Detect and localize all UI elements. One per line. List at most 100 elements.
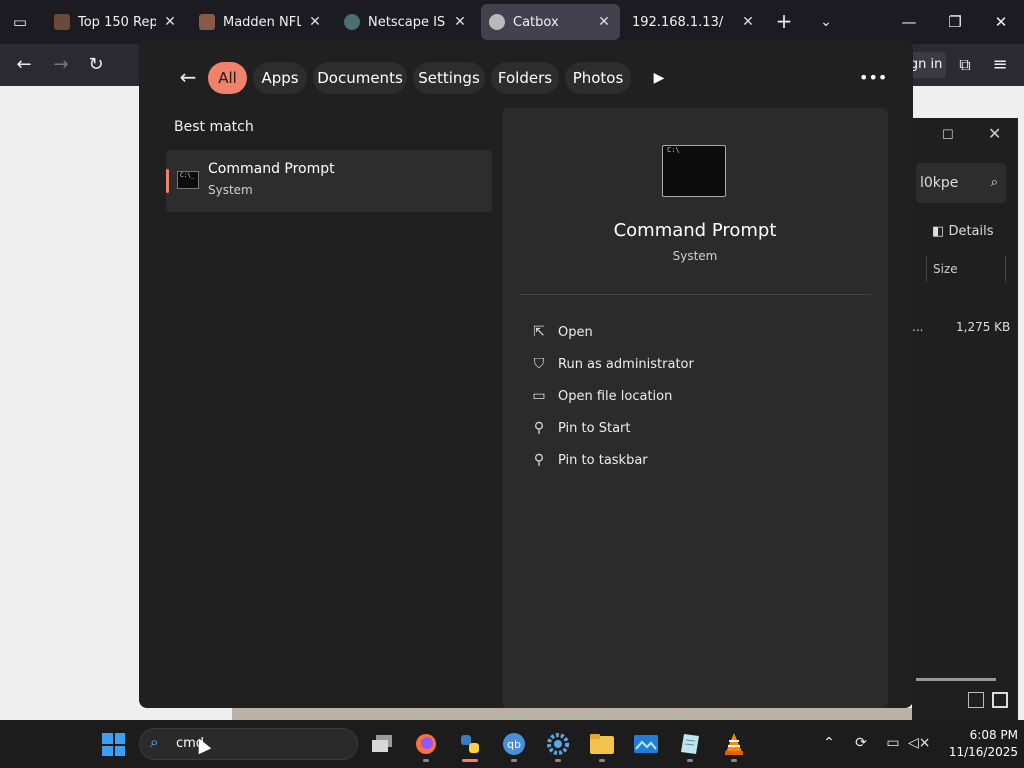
close-tab-icon[interactable]: ✕ — [452, 14, 468, 30]
details-label: Details — [948, 224, 994, 239]
qbittorrent-icon[interactable]: qb — [498, 728, 530, 762]
settings-gear-icon[interactable] — [542, 728, 574, 762]
hamburger-menu-icon[interactable]: ≡ — [987, 52, 1013, 78]
maximize-icon[interactable]: ☐ — [942, 128, 954, 143]
best-match-result[interactable]: C:\_ Command Prompt System — [166, 150, 492, 212]
sync-icon[interactable]: ⟳ — [850, 732, 872, 754]
volume-muted-icon[interactable]: ◁× — [908, 732, 931, 754]
running-indicator — [687, 759, 693, 762]
display-icon[interactable]: ▭ — [882, 732, 904, 754]
running-indicator — [511, 759, 517, 762]
back-arrow-icon[interactable]: ← — [11, 52, 37, 78]
reload-icon[interactable]: ↻ — [83, 52, 109, 78]
open-external-icon: ⇱ — [533, 324, 545, 340]
result-type: System — [208, 183, 253, 197]
filter-folders[interactable]: Folders — [491, 62, 559, 94]
action-label: Pin to taskbar — [558, 452, 648, 468]
forward-arrow-icon[interactable]: → — [48, 52, 74, 78]
tiles-view-icon[interactable] — [992, 692, 1008, 708]
python-icon[interactable] — [454, 728, 486, 762]
details-view-icon[interactable] — [968, 692, 984, 708]
details-pane-icon: ◧ — [932, 224, 945, 239]
best-match-heading: Best match — [174, 119, 254, 135]
filter-all[interactable]: All — [208, 62, 247, 94]
active-indicator — [462, 759, 478, 762]
command-prompt-icon: C:\ — [662, 145, 726, 197]
windows-start-icon[interactable] — [102, 733, 125, 756]
firefox-view-icon[interactable]: ▭ — [8, 10, 32, 34]
restore-icon[interactable]: ❐ — [941, 8, 969, 36]
chevron-up-icon[interactable]: ⌃ — [818, 732, 840, 754]
action-label: Open file location — [558, 388, 673, 404]
play-more-filters-icon[interactable]: ▶ — [649, 68, 669, 88]
system-clock[interactable]: 6:08 PM 11/16/2025 — [940, 727, 1018, 761]
tab-catbox[interactable]: Catbox ✕ — [481, 4, 620, 40]
horizontal-scrollbar[interactable] — [916, 678, 996, 681]
file-explorer-icon[interactable] — [586, 728, 618, 762]
chevron-down-icon[interactable]: ⌄ — [814, 10, 838, 34]
action-open-file-location[interactable]: ▭ Open file location — [528, 384, 828, 408]
clock-date: 11/16/2025 — [948, 745, 1018, 759]
extensions-icon[interactable]: ⧉ — [952, 52, 978, 78]
taskbar: ⌕ cmd qb ⌃ ⟳ ▭ ◁× 6:08 PM 11/16/2025 — [0, 720, 1024, 768]
search-icon: ⌕ — [990, 175, 998, 190]
tab-title: Netscape ISP Ho — [368, 14, 446, 30]
taskbar-search-box[interactable]: ⌕ cmd — [139, 728, 358, 760]
tab-top-150-repacks[interactable]: Top 150 Repacks ✕ — [46, 4, 186, 40]
search-flyout: ← All Apps Documents Settings Folders Ph… — [139, 40, 913, 708]
size-column-header[interactable]: Size — [926, 256, 1006, 282]
command-prompt-icon: C:\_ — [177, 171, 199, 189]
close-tab-icon[interactable]: ✕ — [740, 14, 756, 30]
site-favicon-icon — [199, 14, 215, 30]
action-run-as-administrator[interactable]: ⛉ Run as administrator — [528, 352, 828, 376]
tab-192-168-1-13[interactable]: 192.168.1.13/ ✕ — [624, 4, 764, 40]
new-tab-icon[interactable]: + — [772, 10, 796, 34]
close-tab-icon[interactable]: ✕ — [307, 14, 323, 30]
filter-documents[interactable]: Documents — [313, 62, 407, 94]
back-arrow-icon[interactable]: ← — [175, 64, 201, 90]
firefox-icon[interactable] — [410, 728, 442, 762]
tab-madden[interactable]: Madden NFL 20 ✕ — [191, 4, 331, 40]
action-pin-to-start[interactable]: ⚲ Pin to Start — [528, 416, 828, 440]
folder-icon: ▭ — [532, 388, 546, 404]
tab-netscape[interactable]: Netscape ISP Ho ✕ — [336, 4, 476, 40]
file-row-size: 1,275 KB — [956, 320, 1011, 334]
notepad-icon[interactable] — [674, 728, 706, 762]
browser-tab-bar: ▭ Top 150 Repacks ✕ Madden NFL 20 ✕ Nets… — [0, 0, 1024, 44]
running-indicator — [731, 759, 737, 762]
file-row-name[interactable]: ... — [912, 320, 923, 334]
action-open[interactable]: ⇱ Open — [528, 320, 828, 344]
running-indicator — [599, 759, 605, 762]
tab-title: Madden NFL 20 — [223, 14, 301, 30]
tab-title: Top 150 Repacks — [78, 14, 156, 30]
close-window-icon[interactable]: ✕ — [987, 8, 1015, 36]
close-tab-icon[interactable]: ✕ — [162, 14, 178, 30]
search-icon: ⌕ — [150, 733, 159, 751]
pin-icon: ⚲ — [533, 420, 545, 436]
task-view-icon[interactable] — [366, 728, 398, 760]
close-tab-icon[interactable]: ✕ — [596, 14, 612, 30]
result-detail-pane: C:\ Command Prompt System ⇱ Open ⛉ Run a… — [502, 108, 888, 708]
more-options-icon[interactable]: ••• — [859, 66, 887, 90]
background-page-strip — [232, 708, 942, 720]
photos-icon[interactable] — [630, 728, 662, 760]
action-label: Run as administrator — [558, 356, 694, 372]
vlc-icon[interactable] — [718, 728, 750, 762]
file-explorer-window: ☐ ✕ l0kpe ⌕ ◧ Details Size ... 1,275 KB — [912, 118, 1018, 722]
details-pane-button[interactable]: ◧ Details — [932, 224, 994, 239]
minimize-icon[interactable]: — — [895, 8, 923, 36]
detail-app-name: Command Prompt — [613, 220, 777, 241]
result-name: Command Prompt — [208, 161, 335, 177]
filter-photos[interactable]: Photos — [565, 62, 631, 94]
file-search-field[interactable]: l0kpe ⌕ — [916, 163, 1006, 203]
filter-settings[interactable]: Settings — [413, 62, 485, 94]
clock-time: 6:08 PM — [969, 728, 1018, 742]
detail-app-type: System — [672, 249, 718, 263]
action-pin-to-taskbar[interactable]: ⚲ Pin to taskbar — [528, 448, 828, 472]
running-indicator — [423, 759, 429, 762]
selection-indicator — [166, 169, 169, 193]
file-search-value: l0kpe — [920, 175, 959, 191]
filter-apps[interactable]: Apps — [253, 62, 307, 94]
close-icon[interactable]: ✕ — [988, 124, 1001, 143]
tab-title: Catbox — [513, 14, 559, 30]
